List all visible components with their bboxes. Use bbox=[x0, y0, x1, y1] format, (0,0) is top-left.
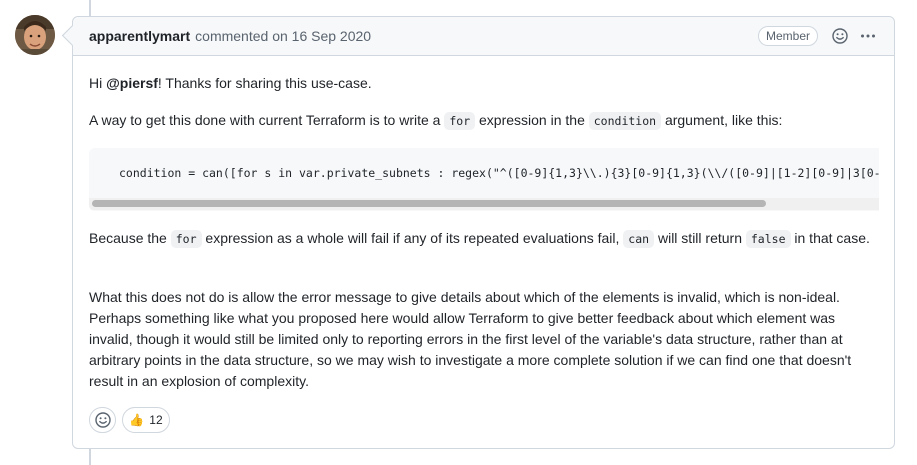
text: Because the bbox=[89, 230, 171, 246]
comment-header: apparentlymart commented on 16 Sep 2020 … bbox=[73, 17, 894, 56]
inline-code: condition bbox=[588, 112, 662, 130]
text: in that case. bbox=[790, 230, 870, 246]
code-line: condition = can([for s in var.private_su… bbox=[119, 166, 879, 180]
inline-code: can bbox=[623, 230, 655, 248]
text: Hi bbox=[89, 75, 107, 91]
limitation-paragraph: What this does not do is allow the error… bbox=[89, 289, 852, 389]
comment-timestamp[interactable]: commented on 16 Sep 2020 bbox=[195, 28, 371, 44]
inline-code: for bbox=[170, 230, 202, 248]
explanation-paragraph: A way to get this done with current Terr… bbox=[89, 110, 782, 132]
text: argument, like this: bbox=[661, 112, 783, 128]
scrollbar-thumb[interactable] bbox=[92, 200, 766, 207]
avatar-image bbox=[15, 15, 55, 55]
add-reaction-button[interactable] bbox=[89, 407, 116, 433]
text: expression in the bbox=[475, 112, 589, 128]
text: A way to get this done with current Terr… bbox=[89, 112, 445, 128]
inline-code: false bbox=[745, 230, 791, 248]
comment-box: apparentlymart commented on 16 Sep 2020 … bbox=[72, 16, 895, 449]
greeting-paragraph: Hi @piersf! Thanks for sharing this use-… bbox=[89, 73, 372, 94]
comment-author[interactable]: apparentlymart bbox=[89, 28, 190, 44]
text: ! Thanks for sharing this use-case. bbox=[157, 75, 372, 91]
thumbs-up-reaction[interactable]: 👍 12 bbox=[122, 407, 170, 433]
inline-code: for bbox=[444, 112, 476, 130]
user-mention[interactable]: @piersf bbox=[106, 75, 158, 91]
text: expression as a whole will fail if any o… bbox=[201, 230, 624, 246]
text: will still return bbox=[654, 230, 746, 246]
smiley-icon bbox=[94, 412, 111, 428]
smiley-icon[interactable] bbox=[832, 28, 848, 44]
code-block: condition = can([for s in var.private_su… bbox=[89, 148, 879, 211]
because-paragraph: Because the for expression as a whole wi… bbox=[89, 228, 879, 250]
member-badge: Member bbox=[758, 26, 819, 46]
reactions-bar: 👍 12 bbox=[89, 407, 170, 433]
thumbs-up-icon: 👍 bbox=[129, 413, 145, 427]
reaction-count: 12 bbox=[149, 413, 163, 427]
kebab-horizontal-icon[interactable] bbox=[860, 28, 876, 44]
avatar[interactable] bbox=[15, 15, 55, 55]
